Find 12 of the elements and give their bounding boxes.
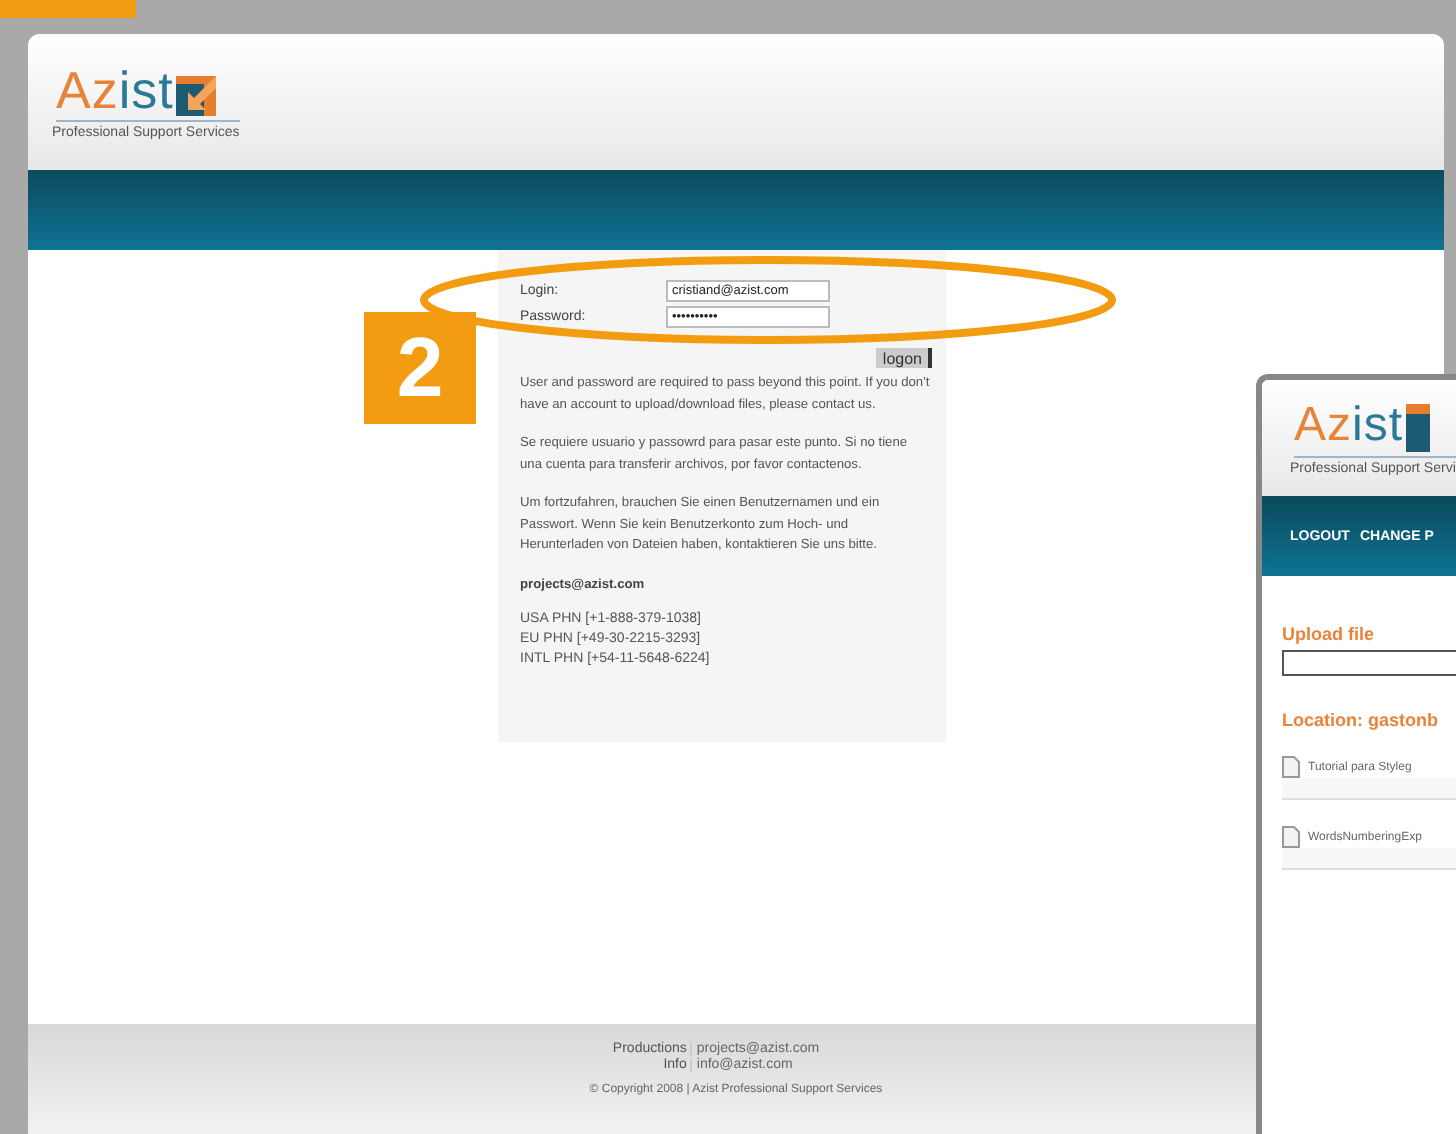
tab-marker bbox=[0, 0, 136, 18]
logo-text: Azist bbox=[56, 64, 174, 116]
document-icon bbox=[1282, 826, 1300, 848]
file-input-field[interactable] bbox=[1282, 650, 1456, 676]
section-heading: Location: gastonb bbox=[1282, 710, 1440, 730]
step-badge: 2 bbox=[364, 312, 476, 424]
logo-text: Azist bbox=[1294, 400, 1404, 452]
logo-mark-icon bbox=[175, 76, 216, 116]
logo-mark-icon bbox=[1405, 404, 1430, 452]
logon-button[interactable]: logon bbox=[876, 348, 932, 368]
document-icon bbox=[1282, 756, 1300, 778]
section-heading: Upload file bbox=[1282, 624, 1377, 644]
